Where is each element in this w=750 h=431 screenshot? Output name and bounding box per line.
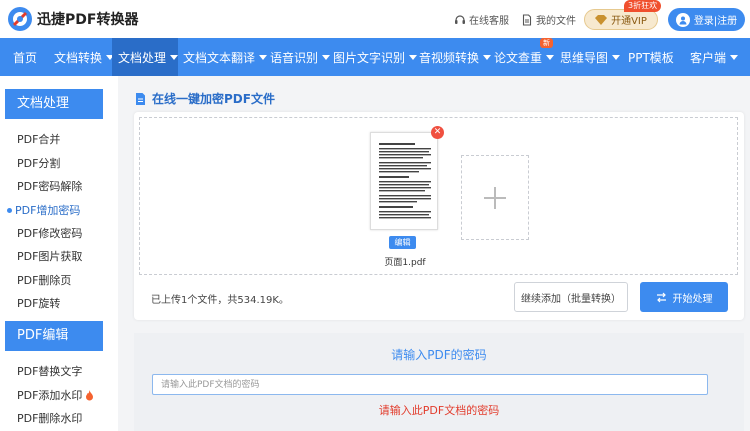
password-panel: 请输入PDF的密码 请输入此PDF文档的密码 [134, 333, 744, 431]
active-dot-icon [7, 207, 12, 213]
nav-doc-convert[interactable]: 文档转换 [48, 38, 115, 76]
sidebar-item-label: PDF添加水印 [17, 389, 83, 402]
file-dropzone[interactable]: ✕ 编辑 页面1.pdf [139, 117, 738, 275]
edit-file-button[interactable]: 编辑 [389, 236, 416, 249]
nav-client[interactable]: 客户端 [680, 38, 750, 76]
nav-home-label: 首页 [13, 50, 38, 65]
plus-icon [484, 186, 506, 209]
password-input[interactable] [152, 374, 708, 395]
nav-image-ocr[interactable]: 图片文字识别 [328, 38, 418, 76]
sidebar-item-pdf-extract-images[interactable]: PDF图片获取 [17, 248, 82, 264]
file-icon [522, 13, 532, 26]
top-header: 迅捷PDF转换器 在线客服 我的文件 开通VIP 3折狂欢 登录|注册 [0, 0, 750, 38]
chevron-down-icon [170, 54, 179, 60]
my-files-link[interactable]: 我的文件 [521, 12, 576, 27]
sidebar-item-pdf-merge[interactable]: PDF合并 [17, 131, 60, 147]
document-icon [136, 92, 145, 105]
nav-ppt-templates[interactable]: PPT模板 [622, 38, 680, 76]
online-support-label: 在线客服 [469, 16, 509, 27]
my-files-label: 我的文件 [536, 16, 576, 27]
start-process-button[interactable]: 开始处理 [640, 282, 728, 312]
app-logo-icon[interactable] [6, 5, 34, 33]
upload-card: ✕ 编辑 页面1.pdf 已上传1个文件，共534.19K。 继续添加（批量转换… [134, 112, 744, 320]
sidebar-item-pdf-remove-watermark[interactable]: PDF删除水印 [17, 410, 82, 426]
password-title: 请输入PDF的密码 [391, 348, 487, 362]
upload-status: 已上传1个文件，共534.19K。 [151, 295, 289, 306]
chevron-down-icon [612, 54, 621, 60]
file-name: 页面1.pdf [384, 258, 426, 268]
open-vip-label: 开通VIP [611, 16, 647, 27]
nav-doc-process-label: 文档处理 [118, 50, 167, 65]
nav-mind-map[interactable]: 思维导图 [555, 38, 622, 76]
user-icon [675, 12, 690, 27]
nav-av-convert-label: 音视频转换 [419, 50, 480, 65]
start-process-label: 开始处理 [672, 293, 713, 305]
diamond-icon [595, 14, 608, 25]
page-title: 在线一键加密PDF文件 [135, 90, 275, 107]
sidebar-item-pdf-add-watermark[interactable]: PDF添加水印 [17, 387, 94, 403]
nav-doc-process[interactable]: 文档处理 [112, 38, 179, 76]
sidebar-item-pdf-add-password[interactable]: PDF增加密码 [7, 202, 80, 218]
brand-name[interactable]: 迅捷PDF转换器 [37, 9, 138, 29]
nav-speech-recognition[interactable]: 语音识别 [264, 38, 331, 76]
document-preview-icon [379, 143, 431, 219]
headset-icon [455, 14, 465, 24]
swap-icon [656, 292, 666, 302]
remove-file-button[interactable]: ✕ [431, 126, 444, 139]
nav-client-label: 客户端 [690, 50, 727, 65]
nav-speech-recognition-label: 语音识别 [270, 50, 319, 65]
sidebar-item-pdf-delete-pages[interactable]: PDF删除页 [17, 272, 71, 288]
nav-doc-translate[interactable]: 文档文本翻译 [178, 38, 268, 76]
sidebar-item-pdf-unlock[interactable]: PDF密码解除 [17, 178, 82, 194]
new-badge: 新 [540, 38, 553, 48]
chevron-down-icon [546, 54, 555, 60]
continue-add-button[interactable]: 继续添加（批量转换） [514, 282, 628, 312]
nav-ppt-templates-label: PPT模板 [628, 50, 674, 65]
nav-mind-map-label: 思维导图 [560, 50, 609, 65]
nav-doc-convert-label: 文档转换 [54, 50, 103, 65]
open-vip-button[interactable]: 开通VIP [584, 9, 658, 30]
file-thumbnail[interactable] [370, 132, 438, 230]
nav-av-convert[interactable]: 音视频转换 [414, 38, 492, 76]
chevron-down-icon [730, 54, 739, 60]
sidebar-item-pdf-replace-text[interactable]: PDF替换文字 [17, 363, 82, 379]
sidebar-item-label: PDF增加密码 [15, 204, 81, 217]
main-nav: 首页 文档转换 文档处理 文档文本翻译 语音识别 图片文字识别 音视频转换 论文… [0, 38, 750, 76]
login-register-button[interactable]: 登录|注册 [668, 8, 745, 31]
password-error-message: 请输入此PDF文档的密码 [378, 404, 500, 417]
sidebar-item-pdf-change-password[interactable]: PDF修改密码 [17, 225, 82, 241]
online-support-link[interactable]: 在线客服 [454, 12, 509, 27]
nav-plagiarism-check-label: 论文查重 [494, 50, 543, 65]
sidebar-item-pdf-split[interactable]: PDF分割 [17, 155, 60, 171]
add-file-button[interactable] [461, 155, 529, 240]
nav-doc-translate-label: 文档文本翻译 [183, 50, 256, 65]
login-register-label: 登录|注册 [693, 16, 738, 27]
vip-promo-badge: 3折狂欢 [624, 0, 662, 12]
page-title-label: 在线一键加密PDF文件 [152, 92, 275, 106]
sidebar-item-pdf-rotate[interactable]: PDF旋转 [17, 295, 60, 311]
sidebar-section-doc-process[interactable]: 文档处理 [5, 89, 103, 119]
nav-image-ocr-label: 图片文字识别 [333, 50, 406, 65]
sidebar-section-pdf-edit[interactable]: PDF编辑 [5, 321, 103, 351]
fire-icon [86, 389, 94, 400]
sidebar: 文档处理 PDF合并 PDF分割 PDF密码解除 PDF增加密码 PDF修改密码… [0, 76, 118, 431]
nav-plagiarism-check[interactable]: 论文查重 新 [489, 38, 555, 76]
nav-home[interactable]: 首页 [0, 38, 48, 76]
